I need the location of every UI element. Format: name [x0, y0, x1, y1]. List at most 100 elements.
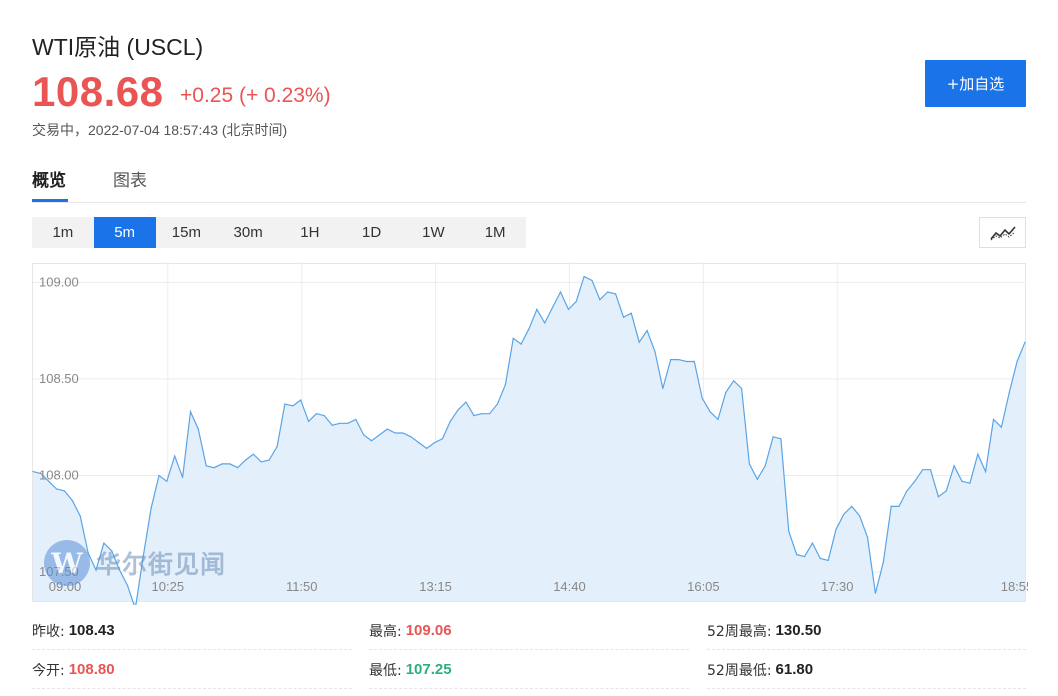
price-point	[331, 424, 333, 426]
price-point	[945, 490, 947, 492]
price-point	[79, 515, 81, 517]
price-point	[394, 432, 396, 434]
price-point	[772, 436, 774, 438]
y-tick-label: 109.00	[39, 274, 79, 289]
period-1d[interactable]: 1D	[341, 217, 403, 248]
price-point	[315, 413, 317, 415]
price-point	[756, 478, 758, 480]
price-point	[811, 542, 814, 544]
x-tick-label: 14:40	[553, 579, 586, 594]
price-point	[237, 467, 239, 469]
price-point	[607, 291, 609, 293]
price-point	[32, 471, 34, 473]
watermark-logo: W	[44, 540, 90, 586]
price-point	[701, 397, 703, 399]
price-point	[182, 476, 184, 478]
period-selector: 1m 5m 15m 30m 1H 1D 1W 1M	[32, 217, 526, 248]
price-point	[898, 505, 900, 507]
price-point	[890, 505, 892, 507]
price-point	[245, 459, 247, 461]
price-point	[418, 442, 420, 444]
price-point	[804, 556, 806, 558]
price-point	[504, 384, 506, 386]
period-30m[interactable]: 30m	[217, 217, 279, 248]
price-point	[733, 380, 735, 382]
stat-prev-close: 昨收: 108.43	[32, 612, 352, 650]
price-point	[992, 418, 995, 420]
price-point	[559, 291, 562, 293]
price-point	[56, 488, 58, 490]
price-point	[615, 293, 617, 295]
price-point	[512, 337, 514, 339]
period-1m[interactable]: 1m	[32, 217, 94, 248]
price-point	[583, 275, 585, 278]
price-point	[63, 490, 66, 492]
price-point	[874, 592, 877, 594]
price-point	[646, 330, 648, 332]
price-point	[158, 474, 160, 477]
price-point	[709, 411, 711, 413]
price-point	[937, 496, 940, 498]
instrument-title: WTI原油 (USCL)	[32, 34, 204, 60]
price-point	[489, 413, 491, 415]
price-point	[339, 422, 341, 424]
price-point	[308, 420, 310, 422]
price-point	[71, 500, 73, 502]
tab-overview[interactable]: 概览	[32, 166, 66, 202]
price-point	[284, 403, 286, 405]
price-point	[441, 438, 443, 440]
price-point	[174, 455, 176, 457]
stat-high: 最高: 109.06	[369, 612, 689, 650]
price-point	[300, 399, 302, 401]
price-point	[575, 301, 577, 303]
price-point	[717, 418, 719, 420]
price-point	[591, 279, 593, 281]
price-point	[788, 530, 790, 533]
price-point	[197, 428, 199, 430]
price-point	[544, 322, 546, 324]
tab-chart[interactable]: 图表	[113, 166, 147, 202]
price-point	[370, 440, 373, 442]
period-1mo[interactable]: 1M	[464, 217, 526, 248]
price-point	[859, 515, 861, 517]
price-point	[953, 465, 955, 467]
stat-52w-high: 52周最高: 130.50	[707, 612, 1026, 650]
price-point	[693, 360, 695, 363]
add-to-watchlist-button[interactable]: +加自选	[925, 60, 1026, 107]
price-point	[433, 442, 436, 444]
period-1w[interactable]: 1W	[403, 217, 465, 248]
price-point	[599, 299, 601, 301]
price-point	[410, 436, 412, 438]
price-point	[914, 480, 916, 482]
watermark-text: 华尔街见闻	[96, 550, 227, 579]
watermark: W 华尔街见闻	[44, 540, 226, 586]
price-point	[402, 432, 404, 434]
period-15m[interactable]: 15m	[156, 217, 218, 248]
price-change: +0.25 (+ 0.23%)	[180, 84, 331, 107]
price-point	[866, 536, 869, 538]
x-tick-label: 13:15	[419, 579, 452, 594]
price-point	[449, 420, 451, 422]
price-point	[205, 465, 207, 467]
price-point	[670, 359, 672, 361]
price-point	[567, 308, 570, 310]
y-tick-label: 108.00	[39, 467, 79, 482]
active-tab-indicator	[32, 199, 68, 202]
price-point	[552, 306, 554, 308]
price-point	[678, 359, 680, 361]
period-1h[interactable]: 1H	[279, 217, 341, 248]
price-point	[977, 453, 979, 455]
price-point	[843, 513, 845, 515]
chart-type-toggle[interactable]	[979, 217, 1026, 248]
price-point	[260, 461, 262, 463]
price-point	[835, 528, 837, 531]
price-point	[386, 428, 388, 430]
price-point	[969, 482, 971, 484]
price-point	[1000, 426, 1003, 428]
price-point	[622, 316, 625, 318]
line-chart-icon	[989, 225, 1016, 240]
period-5m[interactable]: 5m	[93, 217, 156, 248]
price-point	[882, 561, 884, 563]
price-point	[268, 459, 270, 461]
price-point	[378, 434, 380, 436]
